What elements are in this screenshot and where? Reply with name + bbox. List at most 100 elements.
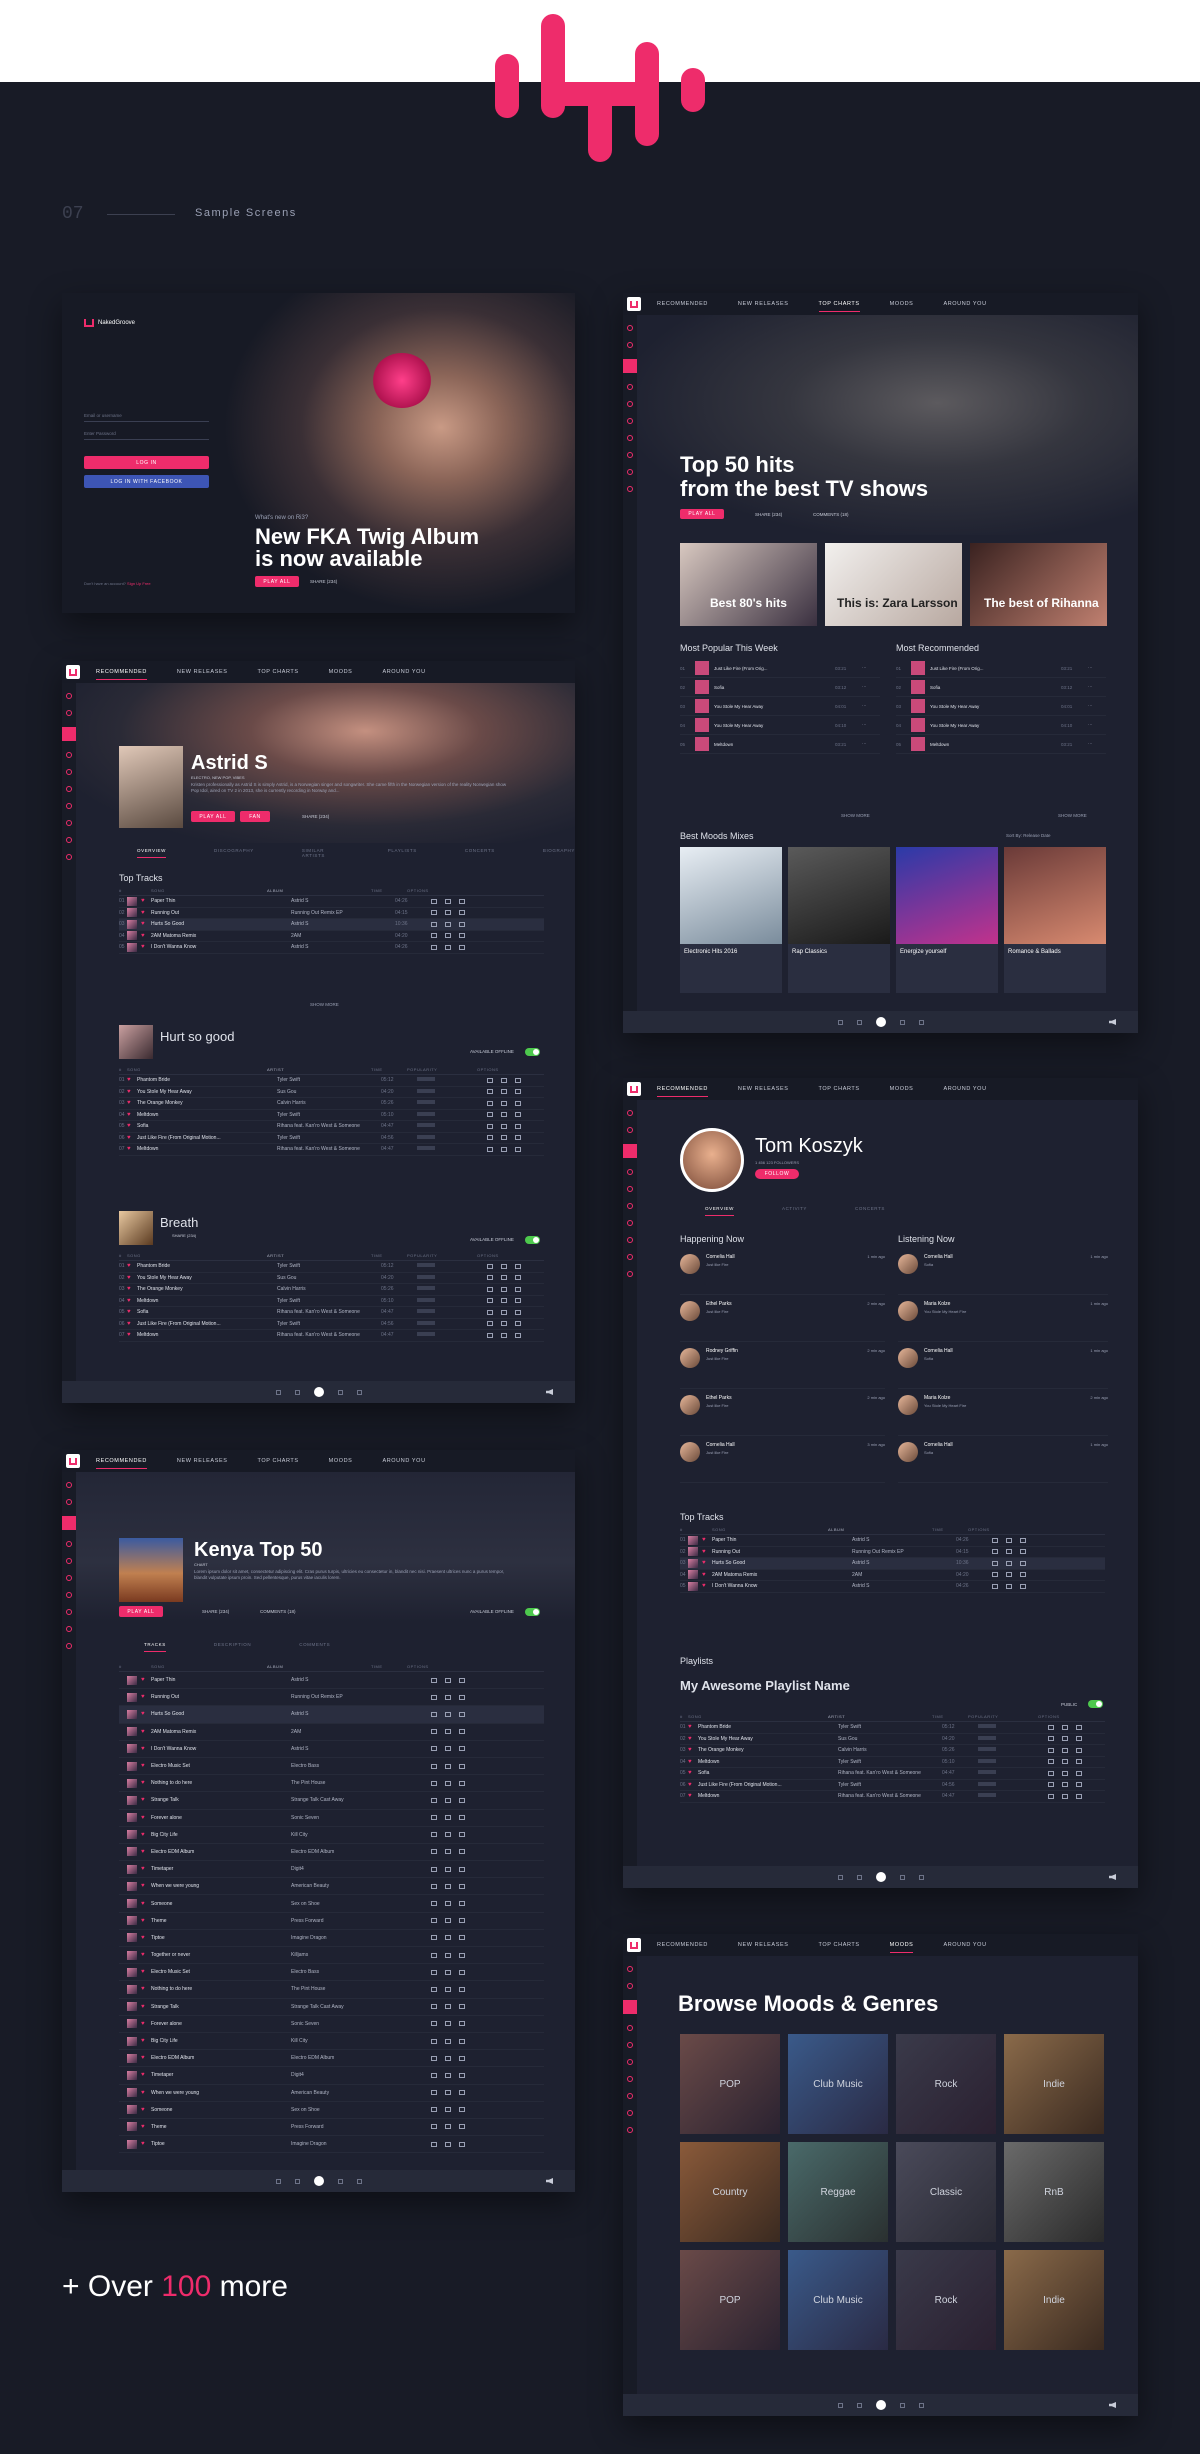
track-name[interactable]: 2AM Matoma Remix <box>151 933 291 939</box>
more-icon[interactable] <box>459 898 465 904</box>
table-row[interactable]: ♥ Big City Life Kill City <box>119 2033 544 2051</box>
heart-icon[interactable]: ♥ <box>141 1986 151 1992</box>
track-artist[interactable]: Tyler Swift <box>277 1263 381 1269</box>
track-name[interactable]: Paper Thin <box>712 1537 852 1543</box>
table-row[interactable]: 04 ♥ Meltdown Tyler Swift 05:10 <box>119 1296 544 1307</box>
track-name[interactable]: Hurts So Good <box>151 1711 291 1717</box>
heart-icon[interactable]: ♥ <box>141 1729 151 1735</box>
sidebar-icon[interactable] <box>627 1186 633 1192</box>
track-album[interactable]: 2AM <box>852 1572 956 1578</box>
add-icon[interactable] <box>1062 1759 1068 1765</box>
login-button[interactable]: LOG IN <box>84 456 209 469</box>
table-row[interactable]: ♥ Strange Talk Strange Talk Cast Away <box>119 1792 544 1810</box>
track-album[interactable]: Running Out Remix EP <box>291 1694 395 1700</box>
table-row[interactable]: 03 ♥ The Orange Monkey Calvin Harris 05:26 <box>119 1284 544 1296</box>
track-album[interactable]: Sonic Seven <box>291 2021 395 2027</box>
more-icon[interactable] <box>459 1969 465 1975</box>
add-icon[interactable] <box>445 2107 451 2113</box>
track-artist[interactable]: Calvin Harris <box>277 1286 381 1292</box>
track-name[interactable]: I Don't Wanna Know <box>151 1746 291 1752</box>
track-artist[interactable]: Tyler Swift <box>838 1724 942 1730</box>
track-album[interactable]: American Beauty <box>291 2090 395 2096</box>
share-icon[interactable] <box>431 1969 437 1975</box>
heart-icon[interactable]: ♥ <box>141 1935 151 1941</box>
more-icon[interactable] <box>515 1332 521 1338</box>
heart-icon[interactable]: ♥ <box>141 2072 151 2078</box>
more-icon[interactable] <box>1076 1782 1082 1788</box>
more-icon[interactable] <box>459 1883 465 1889</box>
track-name[interactable]: Electro Music Set <box>151 1763 291 1769</box>
share-icon[interactable]: ⋯ <box>1088 722 1106 728</box>
share-icon[interactable] <box>487 1077 493 1083</box>
sidebar-icon[interactable] <box>627 401 633 407</box>
offline-toggle[interactable] <box>525 1608 540 1616</box>
track-artist[interactable]: Tyler Swift <box>277 1112 381 1118</box>
app-logo-icon[interactable] <box>66 1454 80 1468</box>
mood-card[interactable]: Electronic Hits 2016 <box>680 847 782 993</box>
share-icon[interactable] <box>992 1583 998 1589</box>
volume-icon[interactable] <box>1109 1019 1116 1025</box>
heart-icon[interactable]: ♥ <box>688 1724 698 1730</box>
table-row[interactable]: ♥ Hurts So Good Astrid S <box>119 1706 544 1724</box>
track-name[interactable]: Electro Music Set <box>151 1969 291 1975</box>
more-icon[interactable] <box>1020 1549 1026 1555</box>
sidebar-icon[interactable] <box>627 1127 633 1133</box>
track-name[interactable]: You Stole My Hear Away <box>930 704 1056 709</box>
share-icon[interactable] <box>431 1729 437 1735</box>
more-icon[interactable] <box>459 1935 465 1941</box>
heart-icon[interactable]: ♥ <box>141 1969 151 1975</box>
user-name[interactable]: Cornelia Hall <box>924 1348 953 1354</box>
track-artist[interactable]: Rihana feat. Kan'ro West & Someone <box>277 1309 381 1315</box>
share-icon[interactable]: ⋯ <box>1088 665 1106 671</box>
heart-icon[interactable]: ♥ <box>141 2124 151 2130</box>
sidebar-icon[interactable] <box>627 2076 633 2082</box>
share-icon[interactable] <box>431 1832 437 1838</box>
sidebar-icon[interactable] <box>627 1966 633 1972</box>
add-icon[interactable] <box>445 1849 451 1855</box>
track-album[interactable]: Kill City <box>291 1832 395 1838</box>
add-icon[interactable] <box>445 2124 451 2130</box>
more-icon[interactable] <box>515 1263 521 1269</box>
track-name[interactable]: You Stole My Hear Away <box>714 704 830 709</box>
playlist-card[interactable]: The best of Rihanna <box>970 543 1107 626</box>
sidebar-icon[interactable] <box>627 1169 633 1175</box>
track-name[interactable]: Phantom Bride <box>137 1263 277 1269</box>
track-name[interactable]: You Stole My Hear Away <box>714 723 830 728</box>
share-icon[interactable] <box>1048 1736 1054 1742</box>
track-name[interactable]: Just Like Fire (From Original Motion... <box>137 1135 277 1141</box>
add-icon[interactable] <box>445 1832 451 1838</box>
heart-icon[interactable]: ♥ <box>688 1759 698 1765</box>
track-artist[interactable]: Tyler Swift <box>277 1321 381 1327</box>
heart-icon[interactable]: ♥ <box>127 1112 137 1118</box>
volume-icon[interactable] <box>1109 1874 1116 1880</box>
heart-icon[interactable]: ♥ <box>127 1100 137 1106</box>
track-name[interactable]: You Stole My Hear Away <box>137 1275 277 1281</box>
genre-tile[interactable]: Club Music <box>788 2034 888 2134</box>
feed-item[interactable]: Cornelia Hall Just like Fire 1 min ago <box>680 1248 885 1295</box>
share-icon[interactable] <box>431 1711 437 1717</box>
table-row[interactable]: 07 ♥ Meltdown Rihana feat. Kan'ro West & So… <box>119 1330 544 1342</box>
track-artist[interactable]: Rihana feat. Kan'ro West & Someone <box>277 1332 381 1338</box>
more-icon[interactable] <box>459 1763 465 1769</box>
play-icon[interactable] <box>313 1387 324 1397</box>
genre-tile[interactable]: Country <box>680 2142 780 2242</box>
table-row[interactable]: 07 ♥ Meltdown Rihana feat. Kan'ro West & So… <box>680 1791 1105 1803</box>
share-icon[interactable] <box>1048 1793 1054 1799</box>
table-row[interactable]: ♥ Theme Press Forward <box>119 2119 544 2137</box>
track-artist[interactable]: Sus Gou <box>277 1089 381 1095</box>
track-album[interactable]: Killjams <box>291 1952 395 1958</box>
table-row[interactable]: 04 ♥ 2AM Matoma Remix 2AM 04:20 <box>680 1570 1105 1581</box>
heart-icon[interactable]: ♥ <box>141 1883 151 1889</box>
table-row[interactable]: ♥ When we were young American Beauty <box>119 2085 544 2102</box>
track-name[interactable]: Just like Fire <box>706 1403 732 1408</box>
sidebar-icon-active[interactable] <box>623 359 637 373</box>
sidebar-icon[interactable] <box>66 854 72 860</box>
tab-comments[interactable]: COMMENTS <box>299 1642 330 1652</box>
track-name[interactable]: Just like Fire <box>706 1356 738 1361</box>
list-item[interactable]: 03 You Stole My Hear Away 04:01 ⋯ <box>896 697 1106 716</box>
track-name[interactable]: Meltdown <box>930 742 1056 747</box>
sidebar-icon[interactable] <box>66 1575 72 1581</box>
share-icon[interactable] <box>992 1560 998 1566</box>
user-name[interactable]: Cornelia Hall <box>706 1254 735 1260</box>
nav-new-releases[interactable]: NEW RELEASES <box>177 663 228 681</box>
